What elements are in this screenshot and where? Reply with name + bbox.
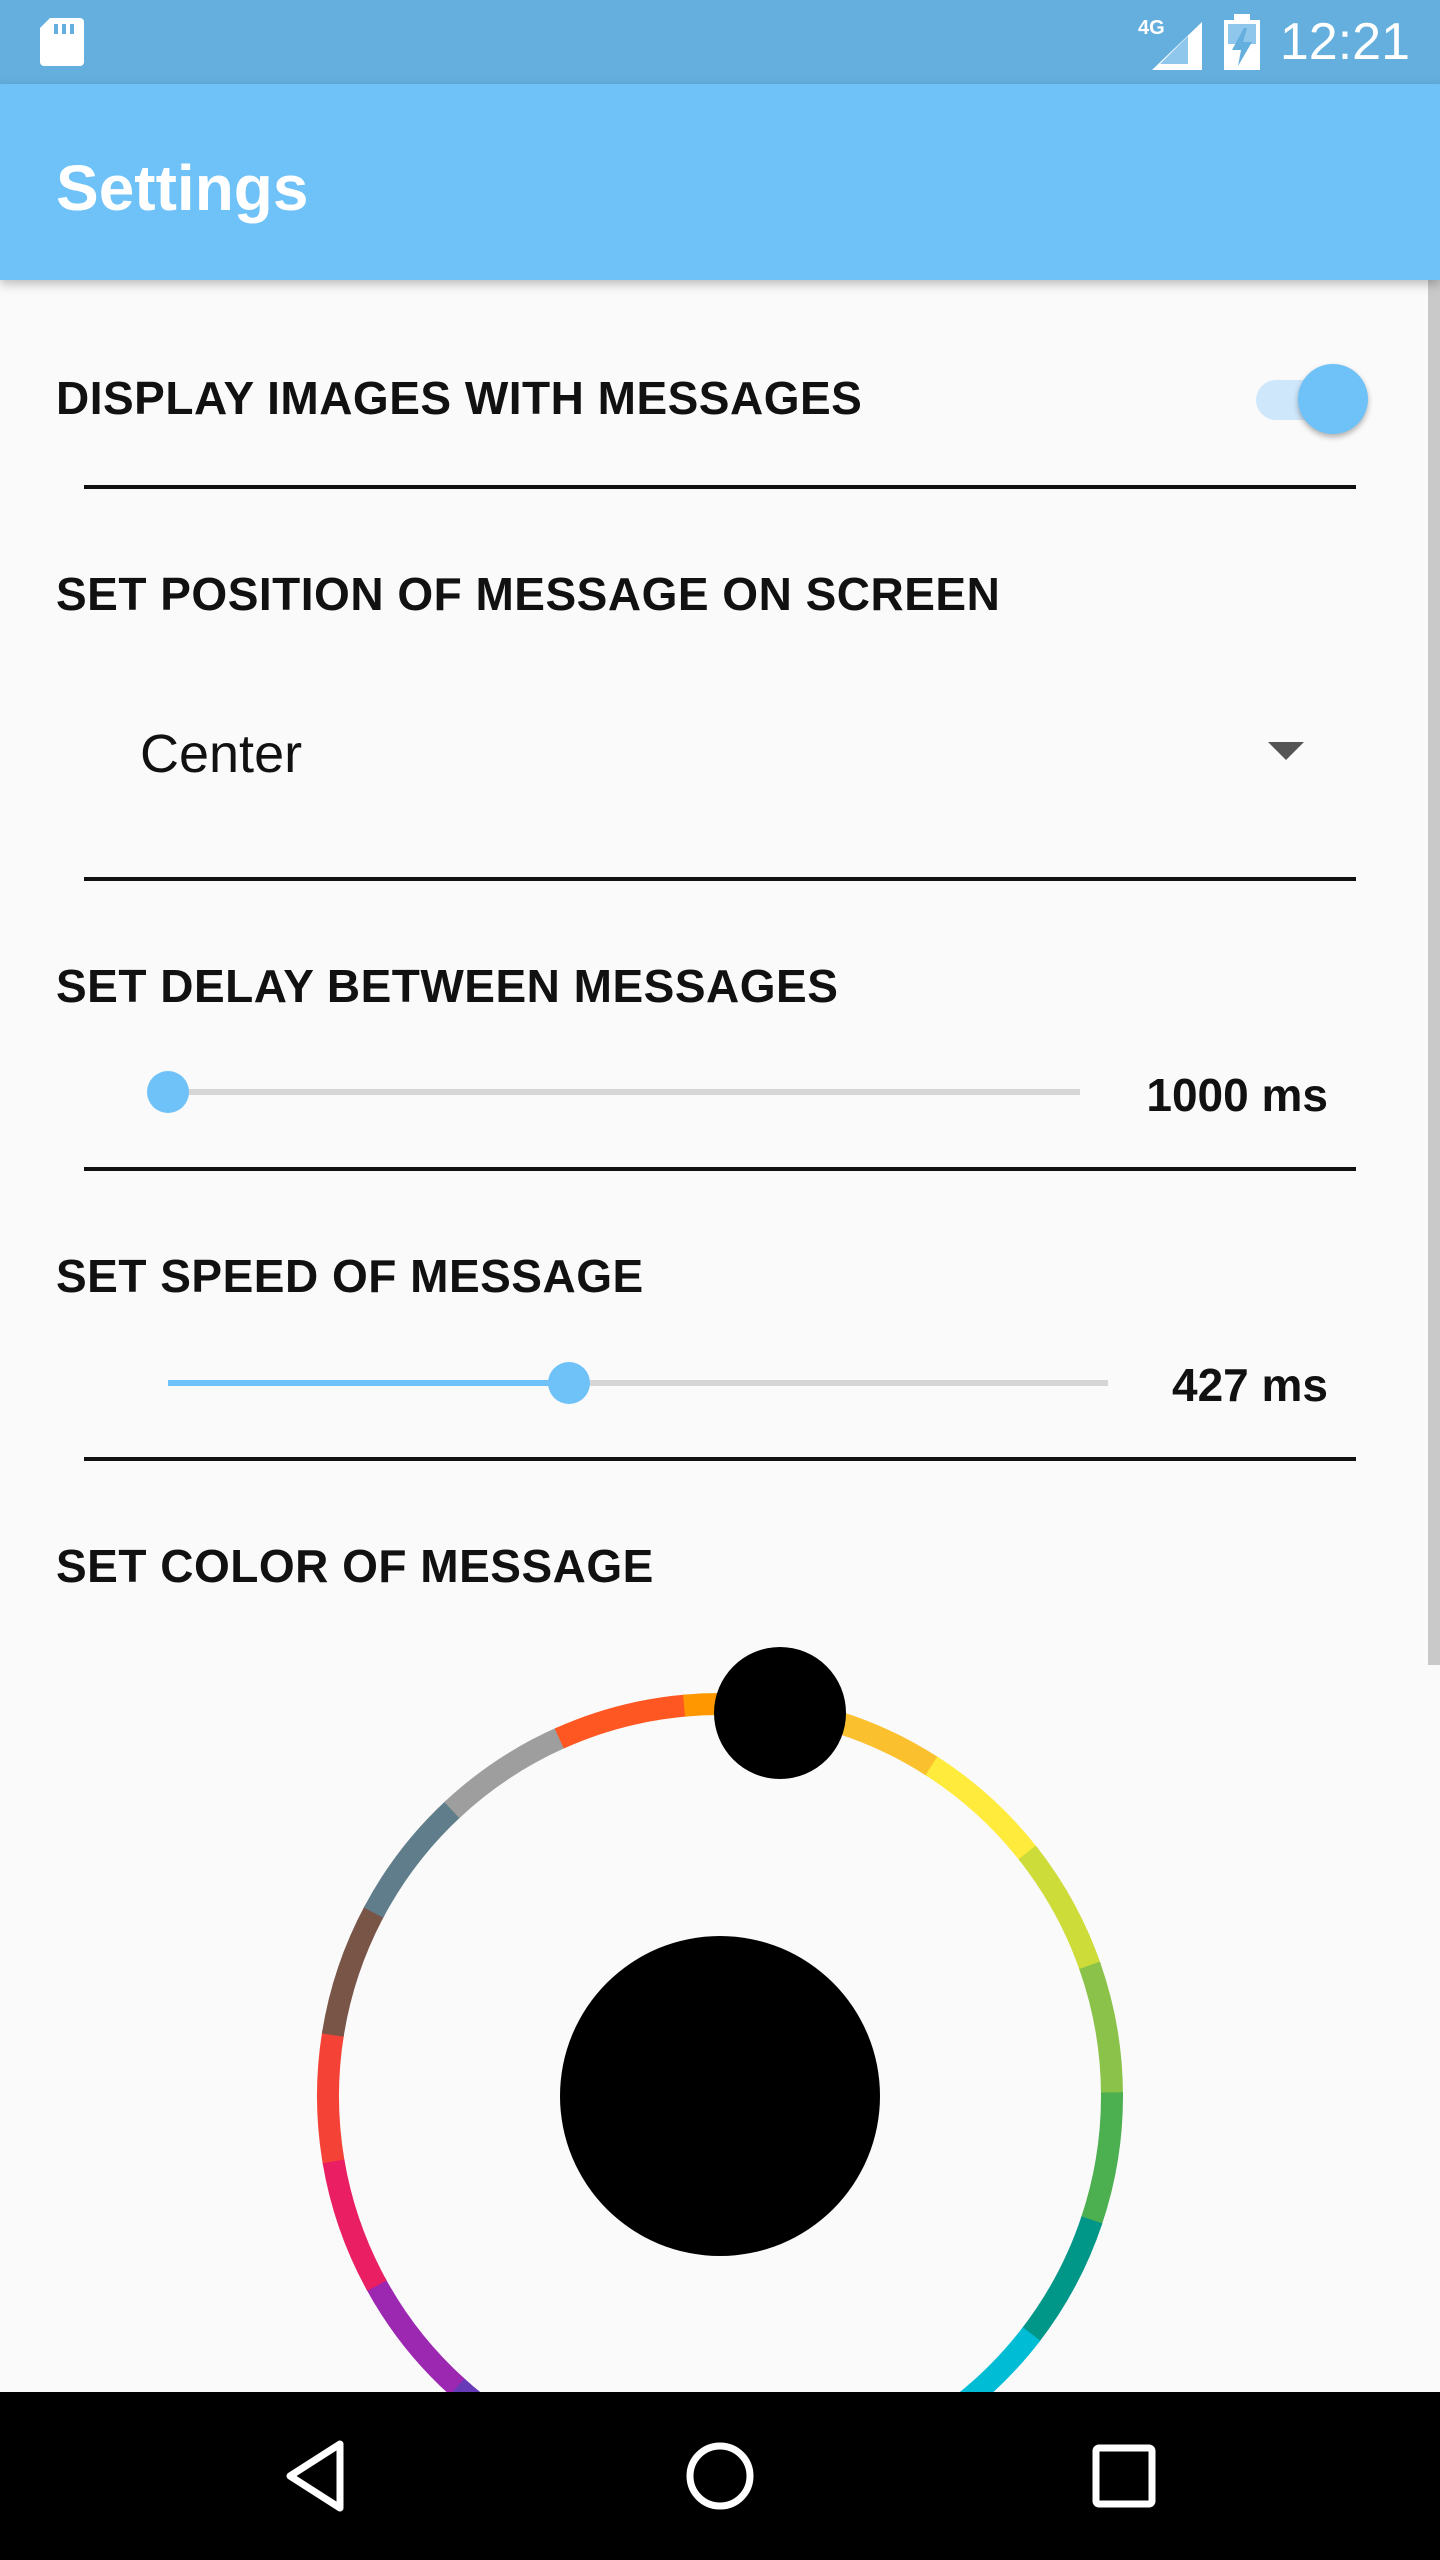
slider-fill: [168, 1380, 569, 1386]
color-ring-handle[interactable]: [714, 1647, 846, 1779]
delay-value: 1000 ms: [1146, 1069, 1328, 1121]
color-label: SET COLOR OF MESSAGE: [56, 1540, 654, 1592]
divider: [84, 1457, 1356, 1461]
divider: [84, 485, 1356, 489]
color-ring-segment[interactable]: [925, 1756, 1038, 1862]
divider: [84, 877, 1356, 881]
dropdown-arrow-icon: [1268, 742, 1304, 760]
display-images-toggle[interactable]: [1252, 360, 1372, 436]
page-title: Settings: [56, 152, 309, 224]
speed-value: 427 ms: [1171, 1359, 1328, 1411]
recents-icon[interactable]: [1074, 2426, 1174, 2526]
settings-screen: 4G 12:21 Settings DISPLAY IMAGES WITH ME…: [0, 0, 1440, 2560]
signal-icon: 4G: [1138, 17, 1202, 70]
scrollbar[interactable]: [1428, 280, 1440, 1665]
slider-rail: [168, 1089, 1080, 1095]
sd-card-icon: [40, 18, 84, 66]
color-ring-segment[interactable]: [321, 1904, 385, 2037]
delay-label: SET DELAY BETWEEN MESSAGES: [56, 960, 839, 1012]
color-picker-wheel[interactable]: [300, 1630, 1140, 2470]
slider-thumb[interactable]: [548, 1362, 590, 1404]
color-ring-segment[interactable]: [1079, 1961, 1123, 2096]
display-images-label: DISPLAY IMAGES WITH MESSAGES: [56, 372, 863, 424]
status-clock: 12:21: [1279, 13, 1410, 71]
color-ring-segment[interactable]: [444, 1727, 567, 1819]
app-bar: Settings: [0, 84, 1440, 280]
color-ring-segment[interactable]: [554, 1694, 688, 1749]
speed-slider[interactable]: [168, 1353, 1108, 1413]
color-ring-segment[interactable]: [365, 2278, 465, 2395]
color-ring-segment[interactable]: [363, 1800, 462, 1918]
home-icon[interactable]: [670, 2426, 770, 2526]
color-ring-segment[interactable]: [1021, 2216, 1103, 2343]
position-label: SET POSITION OF MESSAGE ON SCREEN: [56, 568, 1001, 620]
speed-label: SET SPEED OF MESSAGE: [56, 1250, 644, 1302]
divider: [84, 1167, 1356, 1171]
network-type-label: 4G: [1138, 17, 1165, 39]
back-icon[interactable]: [268, 2426, 368, 2526]
position-selected-value: Center: [140, 724, 303, 784]
delay-slider[interactable]: [147, 1062, 1080, 1122]
battery-charging-icon: [1224, 14, 1260, 70]
navigation-bar: [0, 2392, 1440, 2560]
status-bar: 4G 12:21: [0, 0, 1440, 84]
color-ring-segment[interactable]: [317, 2030, 345, 2166]
slider-thumb[interactable]: [147, 1071, 189, 1113]
selected-color-preview[interactable]: [560, 1936, 880, 2256]
toggle-thumb: [1298, 364, 1368, 434]
color-ring-segment[interactable]: [1018, 1845, 1101, 1972]
color-ring-segment[interactable]: [322, 2159, 387, 2292]
position-dropdown[interactable]: Center: [84, 700, 1356, 810]
color-ring-segment[interactable]: [1080, 2092, 1123, 2227]
